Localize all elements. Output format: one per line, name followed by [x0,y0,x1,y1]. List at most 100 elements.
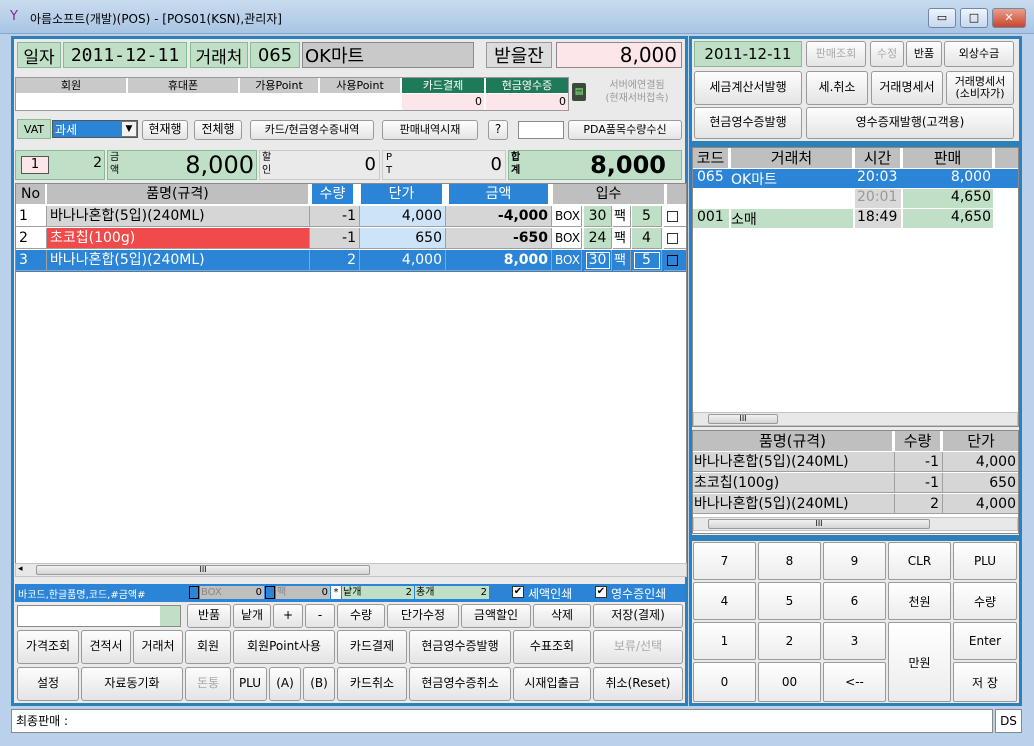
help-button[interactable]: ? [488,120,508,140]
box-field[interactable]: BOX 0 [200,586,264,599]
check-lookup-button[interactable]: 수표조회 [513,630,591,664]
cash-receipt-cancel-button[interactable]: 현금영수증취소 [409,667,511,701]
minus-button[interactable]: - [305,604,335,628]
items-table[interactable]: No 품명(규격) 수량 단가 금액 입수 1 바나나혼합(5입)(240ML)… [15,183,687,576]
row-box[interactable]: 24 [584,228,612,249]
detail-row[interactable]: 바나나혼합(5입)(240ML) 2 4,000 [693,494,1018,514]
edit-price-button[interactable]: 단가수정 [387,604,459,628]
tax-cancel-button[interactable]: 세.취소 [806,71,868,105]
key-5[interactable]: 5 [758,582,821,620]
cancel-reset-button[interactable]: 취소(Reset) [593,667,683,701]
credit-collect-button[interactable]: 외상수금 [944,41,1014,67]
sales-lookup-button[interactable]: 판매조회 [806,41,866,67]
scroll-thumb[interactable]: III [708,519,930,529]
b-button[interactable]: (B) [303,667,335,701]
scroll-thumb[interactable]: III [708,414,778,424]
key-8[interactable]: 8 [758,542,821,580]
hold-select-button[interactable]: 보류/선택 [593,630,683,664]
key-quantity[interactable]: 수량 [953,582,1017,620]
card-cancel-button[interactable]: 카드취소 [337,667,407,701]
key-1[interactable]: 1 [693,622,756,660]
pda-receive-button[interactable]: PDA품목수량수신 [568,120,682,140]
cash-drawer-button[interactable]: 돈통 [185,667,231,701]
barcode-input[interactable] [17,605,181,627]
pack-field[interactable]: 팩0 [276,586,330,599]
receipt-print-checkbox[interactable]: ✔ [595,586,607,598]
row-checkbox[interactable] [664,228,686,249]
each-field[interactable]: 낱개 2 [342,586,414,599]
sales-history-button[interactable]: 판매내역시재 [382,120,478,140]
row-box[interactable]: 30 [584,206,612,227]
settings-button[interactable]: 설정 [17,667,79,701]
plus-button[interactable]: + [273,604,303,628]
member-point-button[interactable]: 회원Point사용 [233,630,335,664]
table-row[interactable]: 1 바나나혼합(5입)(240ML) -1 4,000 -4,000 BOX 3… [16,206,686,228]
client-code[interactable]: 065 [250,42,300,68]
qty-button[interactable]: 수량 [337,604,385,628]
history-row[interactable]: 20:01 4,650 [693,189,1018,208]
cash-inout-button[interactable]: 시재입출금 [513,667,591,701]
history-row-selected[interactable]: 065 OK마트 20:03 8,000 [693,169,1018,188]
table-row[interactable]: 2 초코칩(100g) -1 650 -650 BOX 24 팩 4 [16,228,686,250]
scroll-left-icon[interactable]: ◂ [18,564,23,574]
a-button[interactable]: (A) [269,667,301,701]
data-sync-button[interactable]: 자료동기화 [81,667,183,701]
row-price[interactable]: 4,000 [360,206,446,227]
row-price[interactable]: 650 [360,228,446,249]
detail-hscrollbar[interactable]: III [693,517,1018,531]
table-row-selected[interactable]: 3 바나나혼합(5입)(240ML) 2 4,000 8,000 BOX 30 … [16,250,686,272]
row-checkbox[interactable] [664,250,686,271]
statement-button[interactable]: 거래명세서 [871,71,943,105]
plu-button[interactable]: PLU [233,667,267,701]
history-row[interactable]: 001 소매 18:49 4,650 [693,209,1018,228]
save-payment-button[interactable]: 저장(결제) [593,604,683,628]
key-3[interactable]: 3 [823,622,886,660]
items-hscrollbar[interactable]: ◂ III [15,563,687,577]
maximize-button[interactable]: □ [960,8,988,28]
key-save[interactable]: 저 장 [953,662,1017,702]
row-qty[interactable]: -1 [310,206,360,227]
card-payment-button[interactable]: 카드결제 [337,630,407,664]
key-plu[interactable]: PLU [953,542,1017,580]
row-pack[interactable]: 5 [632,250,662,271]
amount-discount-button[interactable]: 금액할인 [461,604,531,628]
row-box[interactable]: 30 [584,250,612,271]
detail-row[interactable]: 초코칩(100g) -1 650 [693,473,1018,493]
current-row-button[interactable]: 현재행 [142,120,188,140]
price-lookup-button[interactable]: 가격조회 [17,630,79,664]
member-button[interactable]: 회원 [185,630,231,664]
delete-button[interactable]: 삭제 [533,604,591,628]
cash-receipt-issue-button[interactable]: 현금영수증발행 [409,630,511,664]
row-price[interactable]: 4,000 [360,250,446,271]
chevron-down-icon[interactable]: ▼ [121,121,137,137]
key-thousand[interactable]: 천원 [888,582,951,620]
pda-input[interactable] [518,121,564,139]
side-cash-receipt-button[interactable]: 현금영수증발행 [694,107,802,139]
edit-button[interactable]: 수정 [870,41,904,67]
return-button[interactable]: 반품 [187,604,231,628]
client-button[interactable]: 거래처 [133,630,183,664]
key-enter[interactable]: Enter [953,622,1017,660]
detail-row[interactable]: 바나나혼합(5입)(240ML) -1 4,000 [693,452,1018,472]
receipt-reissue-button[interactable]: 영수증재발행(고객용) [806,107,1014,139]
tax-invoice-button[interactable]: 세금계산서발행 [694,71,802,105]
detail-table[interactable]: 품명(규격) 수량 단가 바나나혼합(5입)(240ML) -1 4,000 초… [692,430,1019,534]
statement-consumer-button[interactable]: 거래명세서 (소비자가) [946,71,1014,105]
each-button[interactable]: 낱개 [233,604,271,628]
close-button[interactable]: ✕ [992,8,1026,28]
date-field[interactable]: 2011-12-11 [63,42,187,68]
key-2[interactable]: 2 [758,622,821,660]
history-table[interactable]: 코드 거래처 시간 판매 065 OK마트 20:03 8,000 20:01 … [692,147,1019,427]
key-7[interactable]: 7 [693,542,756,580]
quote-button[interactable]: 견적서 [81,630,131,664]
row-checkbox[interactable] [664,206,686,227]
key-6[interactable]: 6 [823,582,886,620]
scroll-thumb[interactable]: III [36,565,370,575]
key-00[interactable]: 00 [758,662,821,702]
key-backspace[interactable]: <-- [823,662,886,702]
tax-print-checkbox[interactable]: ✔ [512,586,524,598]
total-count-field[interactable]: 총개 2 [415,586,489,599]
row-pack[interactable]: 5 [632,206,662,227]
key-clr[interactable]: CLR [888,542,951,580]
key-ten-thousand[interactable]: 만원 [888,622,951,702]
